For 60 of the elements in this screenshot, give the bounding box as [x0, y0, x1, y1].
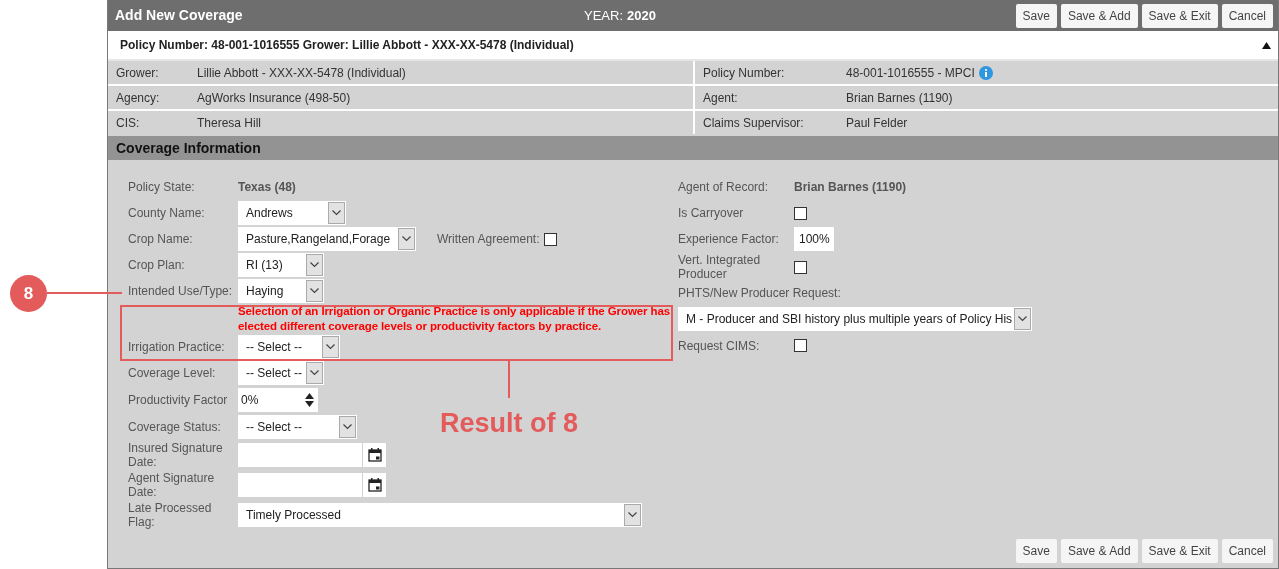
select-field[interactable]: -- Select --	[238, 361, 324, 385]
info-value: AgWorks Insurance (498-50)	[197, 89, 351, 107]
field-label: Crop Name:	[128, 232, 194, 246]
field-label: Agent of Record:	[678, 180, 770, 194]
field-label: County Name:	[128, 206, 206, 220]
info-label: Agent:	[703, 89, 739, 107]
field-label: Productivity Factor	[128, 393, 229, 407]
field-label: Coverage Status:	[128, 420, 222, 434]
select-field[interactable]: RI (13)	[238, 253, 324, 277]
section-title: Coverage Information	[116, 138, 261, 158]
action-button[interactable]: Cancel	[1221, 539, 1273, 563]
field-label: PHTS/New Producer Request:	[678, 285, 841, 302]
field-label: Vert. Integrated Producer	[678, 253, 762, 281]
select-field[interactable]: Andrews	[238, 201, 346, 225]
select-field[interactable]: Pasture,Rangeland,Forage	[238, 227, 416, 251]
select-field[interactable]: M - Producer and SBI history plus multiple years of Policy His	[678, 307, 1032, 331]
field-value: Texas (48)	[238, 179, 296, 196]
info-value: Paul Felder	[846, 114, 908, 132]
info-value: Theresa Hill	[197, 114, 262, 132]
field-value: Brian Barnes (1190)	[794, 179, 907, 196]
field-label: Crop Plan:	[128, 258, 186, 272]
field-label: Insured Signature Date:	[128, 441, 224, 469]
field-label: Experience Factor:	[678, 232, 780, 246]
field-label: Intended Use/Type:	[128, 284, 234, 298]
year-label: YEAR:	[584, 6, 623, 25]
info-label: Claims Supervisor:	[703, 114, 805, 132]
select-field[interactable]: -- Select --	[238, 415, 357, 439]
field-label: Written Agreement:	[437, 231, 540, 248]
field-label: Late Processed Flag:	[128, 501, 213, 529]
field-label: Request CIMS:	[678, 338, 761, 353]
info-value: Brian Barnes (1190)	[846, 89, 953, 107]
action-button[interactable]: Save & Exit	[1141, 539, 1218, 563]
number-field[interactable]: 0%	[238, 388, 318, 412]
field-label: Policy State:	[128, 180, 196, 194]
info-value: 48-001-1016555 - MPCI	[846, 64, 975, 82]
field-label: Is Carryover	[678, 206, 745, 220]
action-button[interactable]: Cancel	[1221, 3, 1273, 28]
info-value: Lillie Abbott - XXX-XX-5478 (Individual)	[197, 64, 406, 82]
callout-number: 8	[10, 275, 47, 312]
select-field[interactable]: Haying	[238, 279, 324, 303]
select-field[interactable]: Timely Processed	[238, 503, 642, 527]
text-field[interactable]: 100%	[794, 227, 834, 251]
action-button[interactable]: Save & Add	[1060, 539, 1138, 563]
year-value: 2020	[627, 6, 656, 25]
select-field[interactable]: -- Select --	[238, 335, 340, 359]
field-label: Coverage Level:	[128, 366, 217, 380]
info-label: Policy Number:	[703, 64, 786, 82]
action-button[interactable]: Save	[1015, 3, 1057, 28]
page-title: Add New Coverage	[115, 6, 244, 25]
annotation-label: Result of 8	[440, 407, 579, 440]
info-label: CIS:	[116, 114, 141, 132]
action-button[interactable]: Save & Exit	[1141, 3, 1218, 28]
action-button[interactable]: Save	[1015, 539, 1057, 563]
policy-summary: Policy Number: 48-001-1016555 Grower: Lillie Abbott - XXX-XX-5478 (Individual)	[120, 37, 574, 54]
info-label: Agency:	[116, 89, 161, 107]
field-label: Agent Signature Date:	[128, 471, 216, 499]
warning-message: Selection of an Irrigation or Organic Practice is only applicable if the Grower has elected different coverage levels or productivity factors by practice.	[238, 304, 671, 334]
field-label: Irrigation Practice:	[128, 340, 226, 354]
action-button[interactable]: Save & Add	[1060, 3, 1138, 28]
info-label: Grower:	[116, 64, 160, 82]
